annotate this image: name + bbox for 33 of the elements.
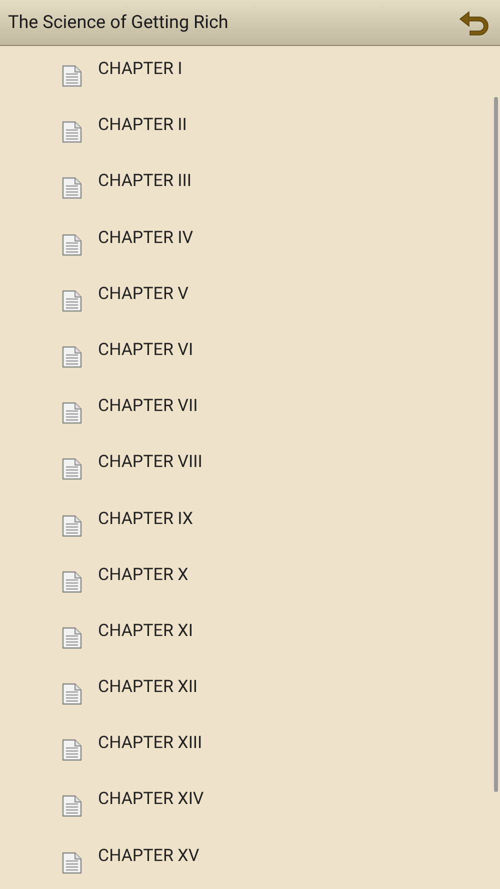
scrollbar[interactable] (494, 97, 498, 792)
chapter-item[interactable]: CHAPTER IX (98, 508, 194, 528)
chapter-item[interactable]: CHAPTER V (98, 284, 188, 304)
chapter-item[interactable]: CHAPTER IV (98, 228, 194, 248)
chapter-item[interactable]: CHAPTER XIII (98, 733, 202, 754)
document-icon (62, 626, 82, 649)
document-icon (62, 290, 82, 312)
chapter-item[interactable]: CHAPTER XV (98, 846, 200, 866)
document-icon (62, 65, 82, 87)
chapter-item[interactable]: CHAPTER X (98, 564, 188, 585)
document-icon (62, 121, 82, 144)
chapter-item[interactable]: CHAPTER III (98, 171, 192, 192)
document-icon (62, 402, 82, 424)
chapter-item[interactable]: CHAPTER VI (98, 340, 194, 360)
chapter-item[interactable]: CHAPTER I (98, 59, 182, 79)
document-icon (62, 852, 82, 874)
document-icon (62, 570, 82, 593)
back-icon[interactable] (458, 8, 490, 36)
document-icon (62, 739, 82, 762)
document-icon (62, 458, 82, 480)
chapter-item[interactable]: CHAPTER XI (98, 620, 193, 641)
document-icon (62, 514, 82, 536)
document-icon (62, 177, 82, 200)
chapter-item[interactable]: CHAPTER II (98, 115, 187, 136)
document-icon (62, 795, 82, 818)
document-icon (62, 346, 82, 368)
chapter-item[interactable]: CHAPTER VIII (98, 452, 202, 472)
document-icon (62, 234, 82, 256)
chapter-item[interactable]: CHAPTER XII (98, 677, 198, 698)
document-icon (62, 683, 82, 706)
app-title: The Science of Getting Rich (8, 12, 228, 33)
chapter-item[interactable]: CHAPTER VII (98, 396, 198, 416)
chapter-item[interactable]: CHAPTER XIV (98, 789, 204, 810)
